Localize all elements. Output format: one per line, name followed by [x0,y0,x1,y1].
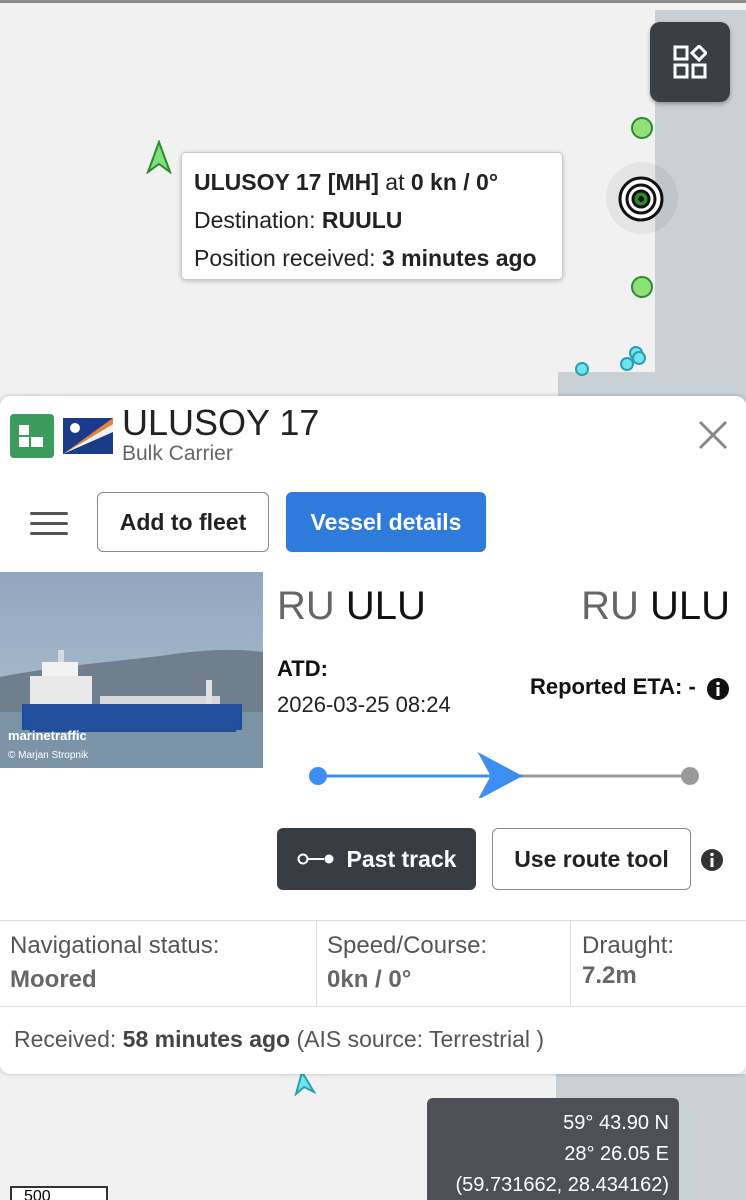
draught-label: Draught: [582,932,675,959]
draught-value: 7.2m [582,962,637,989]
coordinates-lon: 28° 26.05 E [564,1143,669,1165]
departure-port: RU ULU [277,584,426,629]
divider [570,920,571,1006]
ais-source: (AIS source: Terrestrial ) [296,1026,545,1052]
tooltip-line-1: ULUSOY 17 [MH] at 0 kn / 0° [194,163,550,201]
vessel-type-icon [10,414,54,458]
divider [0,920,746,921]
menu-icon[interactable] [30,510,68,538]
vessel-arrow-icon[interactable] [145,140,173,174]
vessel-name: ULUSOY 17 [122,402,320,443]
divider [316,920,317,1006]
past-track-button[interactable]: Past track [277,828,476,890]
tooltip-at: at [385,169,405,195]
arrival-port: RU ULU [581,584,730,629]
atd-value: 2026-03-25 08:24 [277,692,451,717]
tooltip-position-value: 3 minutes ago [381,245,537,271]
received-value: 58 minutes ago [122,1026,291,1052]
departure-port-code: ULU [345,584,426,628]
departure-marker [309,767,327,785]
reported-eta: Reported ETA: - [530,674,696,699]
speed-course-label: Speed/Course: [327,932,488,959]
vessel-details-button[interactable]: Vessel details [286,492,486,552]
arrival-country: RU [581,584,639,628]
vessel-marker[interactable] [631,117,653,139]
selected-vessel-target-icon[interactable] [618,176,664,222]
divider [0,1006,746,1007]
map-top-border [0,0,746,3]
add-to-fleet-button[interactable]: Add to fleet [97,492,269,552]
vessel-photo[interactable]: marinetraffic © Marjan Stropnik [0,572,263,768]
map-scale: 500 [10,1186,108,1200]
vessel-tooltip: ULUSOY 17 [MH] at 0 kn / 0° Destination:… [181,152,563,280]
departure-country: RU [277,584,335,628]
photo-watermark: marinetraffic [8,728,87,743]
layers-icon [673,45,707,79]
tooltip-destination-value: RUULU [321,207,403,233]
coordinates-lat: 59° 43.90 N [563,1112,669,1134]
vessel-marker[interactable] [631,276,653,298]
info-icon[interactable] [700,848,724,872]
arrival-marker [681,767,699,785]
vessel-marker[interactable] [632,351,646,365]
coordinates-box: 59° 43.90 N 28° 26.05 E (59.731662, 28.4… [427,1098,679,1200]
voyage-progress-bar [309,752,699,798]
received-label: Received: [14,1026,117,1052]
photo-credit: © Marjan Stropnik [8,750,89,761]
use-route-tool-button[interactable]: Use route tool [492,828,691,890]
past-track-label: Past track [346,845,457,872]
received-info: Received: 58 minutes ago (AIS source: Te… [14,1026,544,1053]
speed-course-value: 0kn / 0° [327,966,412,993]
arrival-port-code: ULU [649,584,730,628]
tooltip-line-2: Destination: RUULU [194,201,550,239]
map-layers-button[interactable] [650,22,730,102]
coordinates-decimal: (59.731662, 28.434162) [455,1174,669,1196]
vessel-type: Bulk Carrier [122,442,233,465]
tooltip-vessel-name: ULUSOY 17 [MH] [194,169,379,195]
vessel-arrow-icon[interactable] [294,1072,316,1096]
tooltip-position-label: Position received: [194,245,376,271]
info-icon[interactable] [706,677,730,701]
atd-label: ATD: [277,656,328,681]
vessel-info-panel: ULUSOY 17 Bulk Carrier Add to fleet Vess… [0,396,746,1074]
marshall-islands-flag-icon [63,418,113,454]
nav-status-value: Moored [10,966,97,993]
tooltip-destination-label: Destination: [194,207,316,233]
track-icon [297,853,334,865]
close-icon[interactable] [696,418,730,452]
tooltip-line-3: Position received: 3 minutes ago [194,239,550,277]
nav-status-label: Navigational status: [10,932,220,959]
tooltip-speed-course: 0 kn / 0° [410,169,499,195]
vessel-marker[interactable] [575,362,589,376]
